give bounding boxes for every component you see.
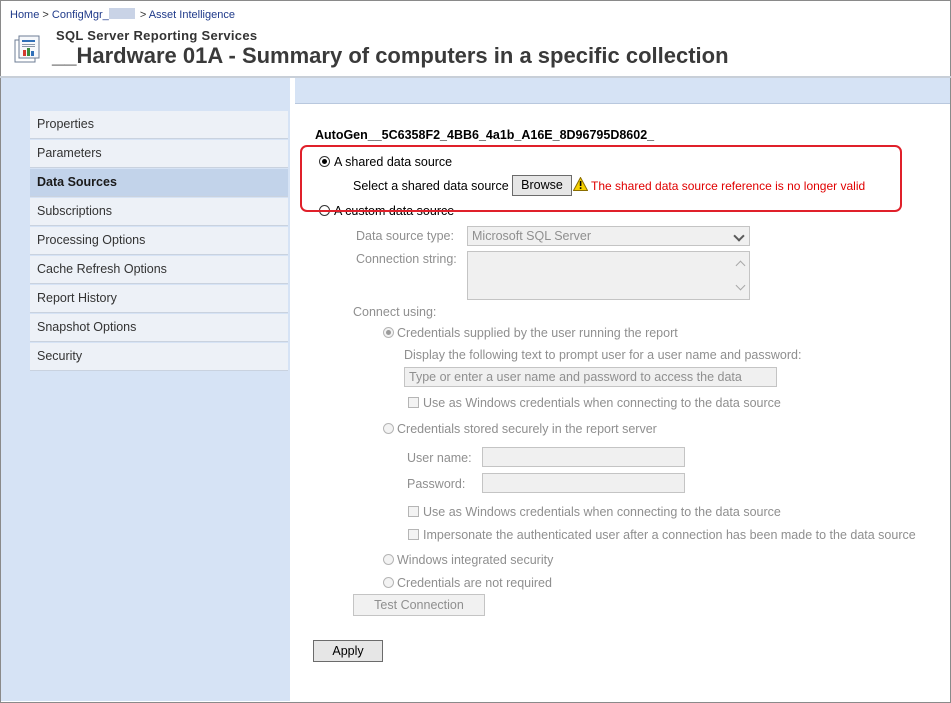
cred-stored-radio[interactable]	[383, 423, 394, 434]
sidebar-item-snapshot-options[interactable]: Snapshot Options	[30, 314, 288, 342]
use-windows-checkbox[interactable]	[408, 397, 419, 408]
sidebar-item-properties[interactable]: Properties	[30, 111, 288, 139]
sidebar-item-parameters[interactable]: Parameters	[30, 140, 288, 168]
datasource-name: AutoGen__5C6358F2_4BB6_4a1b_A16E_8D96795…	[315, 128, 655, 142]
sidebar-item-security[interactable]: Security	[30, 343, 288, 371]
scroll-down-icon[interactable]	[735, 280, 746, 291]
breadcrumb-home-link[interactable]: Home	[10, 9, 39, 21]
page-title: __Hardware 01A - Summary of computers in…	[52, 43, 729, 68]
sidebar-item-processing-options[interactable]: Processing Options	[30, 227, 288, 255]
sidebar-item-cache-refresh-options[interactable]: Cache Refresh Options	[30, 256, 288, 284]
breadcrumb: Home > ConfigMgr_ > Asset Intelligence	[10, 8, 235, 21]
connection-string-label: Connection string:	[356, 252, 457, 266]
windows-integrated-radio[interactable]	[383, 554, 394, 565]
prompt-text-input[interactable]: Type or enter a user name and password t…	[404, 367, 777, 387]
cred-user-radio[interactable]	[383, 327, 394, 338]
use-windows-label: Use as Windows credentials when connecti…	[423, 396, 781, 410]
use-windows-stored-label: Use as Windows credentials when connecti…	[423, 505, 781, 519]
sidebar-item-data-sources[interactable]: Data Sources	[30, 169, 288, 197]
app-title: SQL Server Reporting Services	[56, 28, 258, 43]
cred-stored-label: Credentials stored securely in the repor…	[397, 422, 657, 436]
apply-button[interactable]: Apply	[313, 640, 383, 662]
datasource-type-value: Microsoft SQL Server	[472, 229, 592, 243]
prompt-label: Display the following text to prompt use…	[404, 348, 802, 362]
sidebar-item-subscriptions[interactable]: Subscriptions	[30, 198, 288, 226]
impersonate-label: Impersonate the authenticated user after…	[423, 528, 916, 542]
scroll-up-icon[interactable]	[735, 260, 746, 271]
report-icon	[14, 35, 40, 63]
breadcrumb-separator: >	[139, 9, 147, 21]
cred-user-label: Credentials supplied by the user running…	[397, 326, 678, 340]
datasource-type-select[interactable]: Microsoft SQL Server	[467, 226, 750, 246]
breadcrumb-site-link[interactable]: ConfigMgr_	[52, 9, 109, 21]
highlight-annotation	[300, 145, 902, 212]
connection-string-textarea[interactable]	[467, 251, 750, 300]
redacted-block	[108, 8, 135, 19]
test-connection-button[interactable]: Test Connection	[353, 594, 485, 616]
username-input[interactable]	[482, 447, 685, 467]
chevron-down-icon	[733, 230, 745, 242]
connect-using-label: Connect using:	[353, 305, 437, 319]
prompt-text-value: Type or enter a user name and password t…	[409, 370, 742, 386]
password-input[interactable]	[482, 473, 685, 493]
content-toolbar-band	[295, 78, 950, 104]
use-windows-stored-checkbox[interactable]	[408, 506, 419, 517]
not-required-label: Credentials are not required	[397, 576, 552, 590]
sidebar-item-report-history[interactable]: Report History	[30, 285, 288, 313]
breadcrumb-separator: >	[42, 9, 49, 21]
not-required-radio[interactable]	[383, 577, 394, 588]
username-label: User name:	[407, 451, 472, 465]
sidebar-nav: Properties Parameters Data Sources Subsc…	[30, 111, 288, 372]
datasource-type-label: Data source type:	[356, 229, 454, 243]
password-label: Password:	[407, 477, 466, 491]
impersonate-checkbox[interactable]	[408, 529, 419, 540]
windows-integrated-label: Windows integrated security	[397, 553, 554, 567]
sidebar-gap	[290, 78, 295, 701]
breadcrumb-folder-link[interactable]: Asset Intelligence	[149, 9, 235, 21]
